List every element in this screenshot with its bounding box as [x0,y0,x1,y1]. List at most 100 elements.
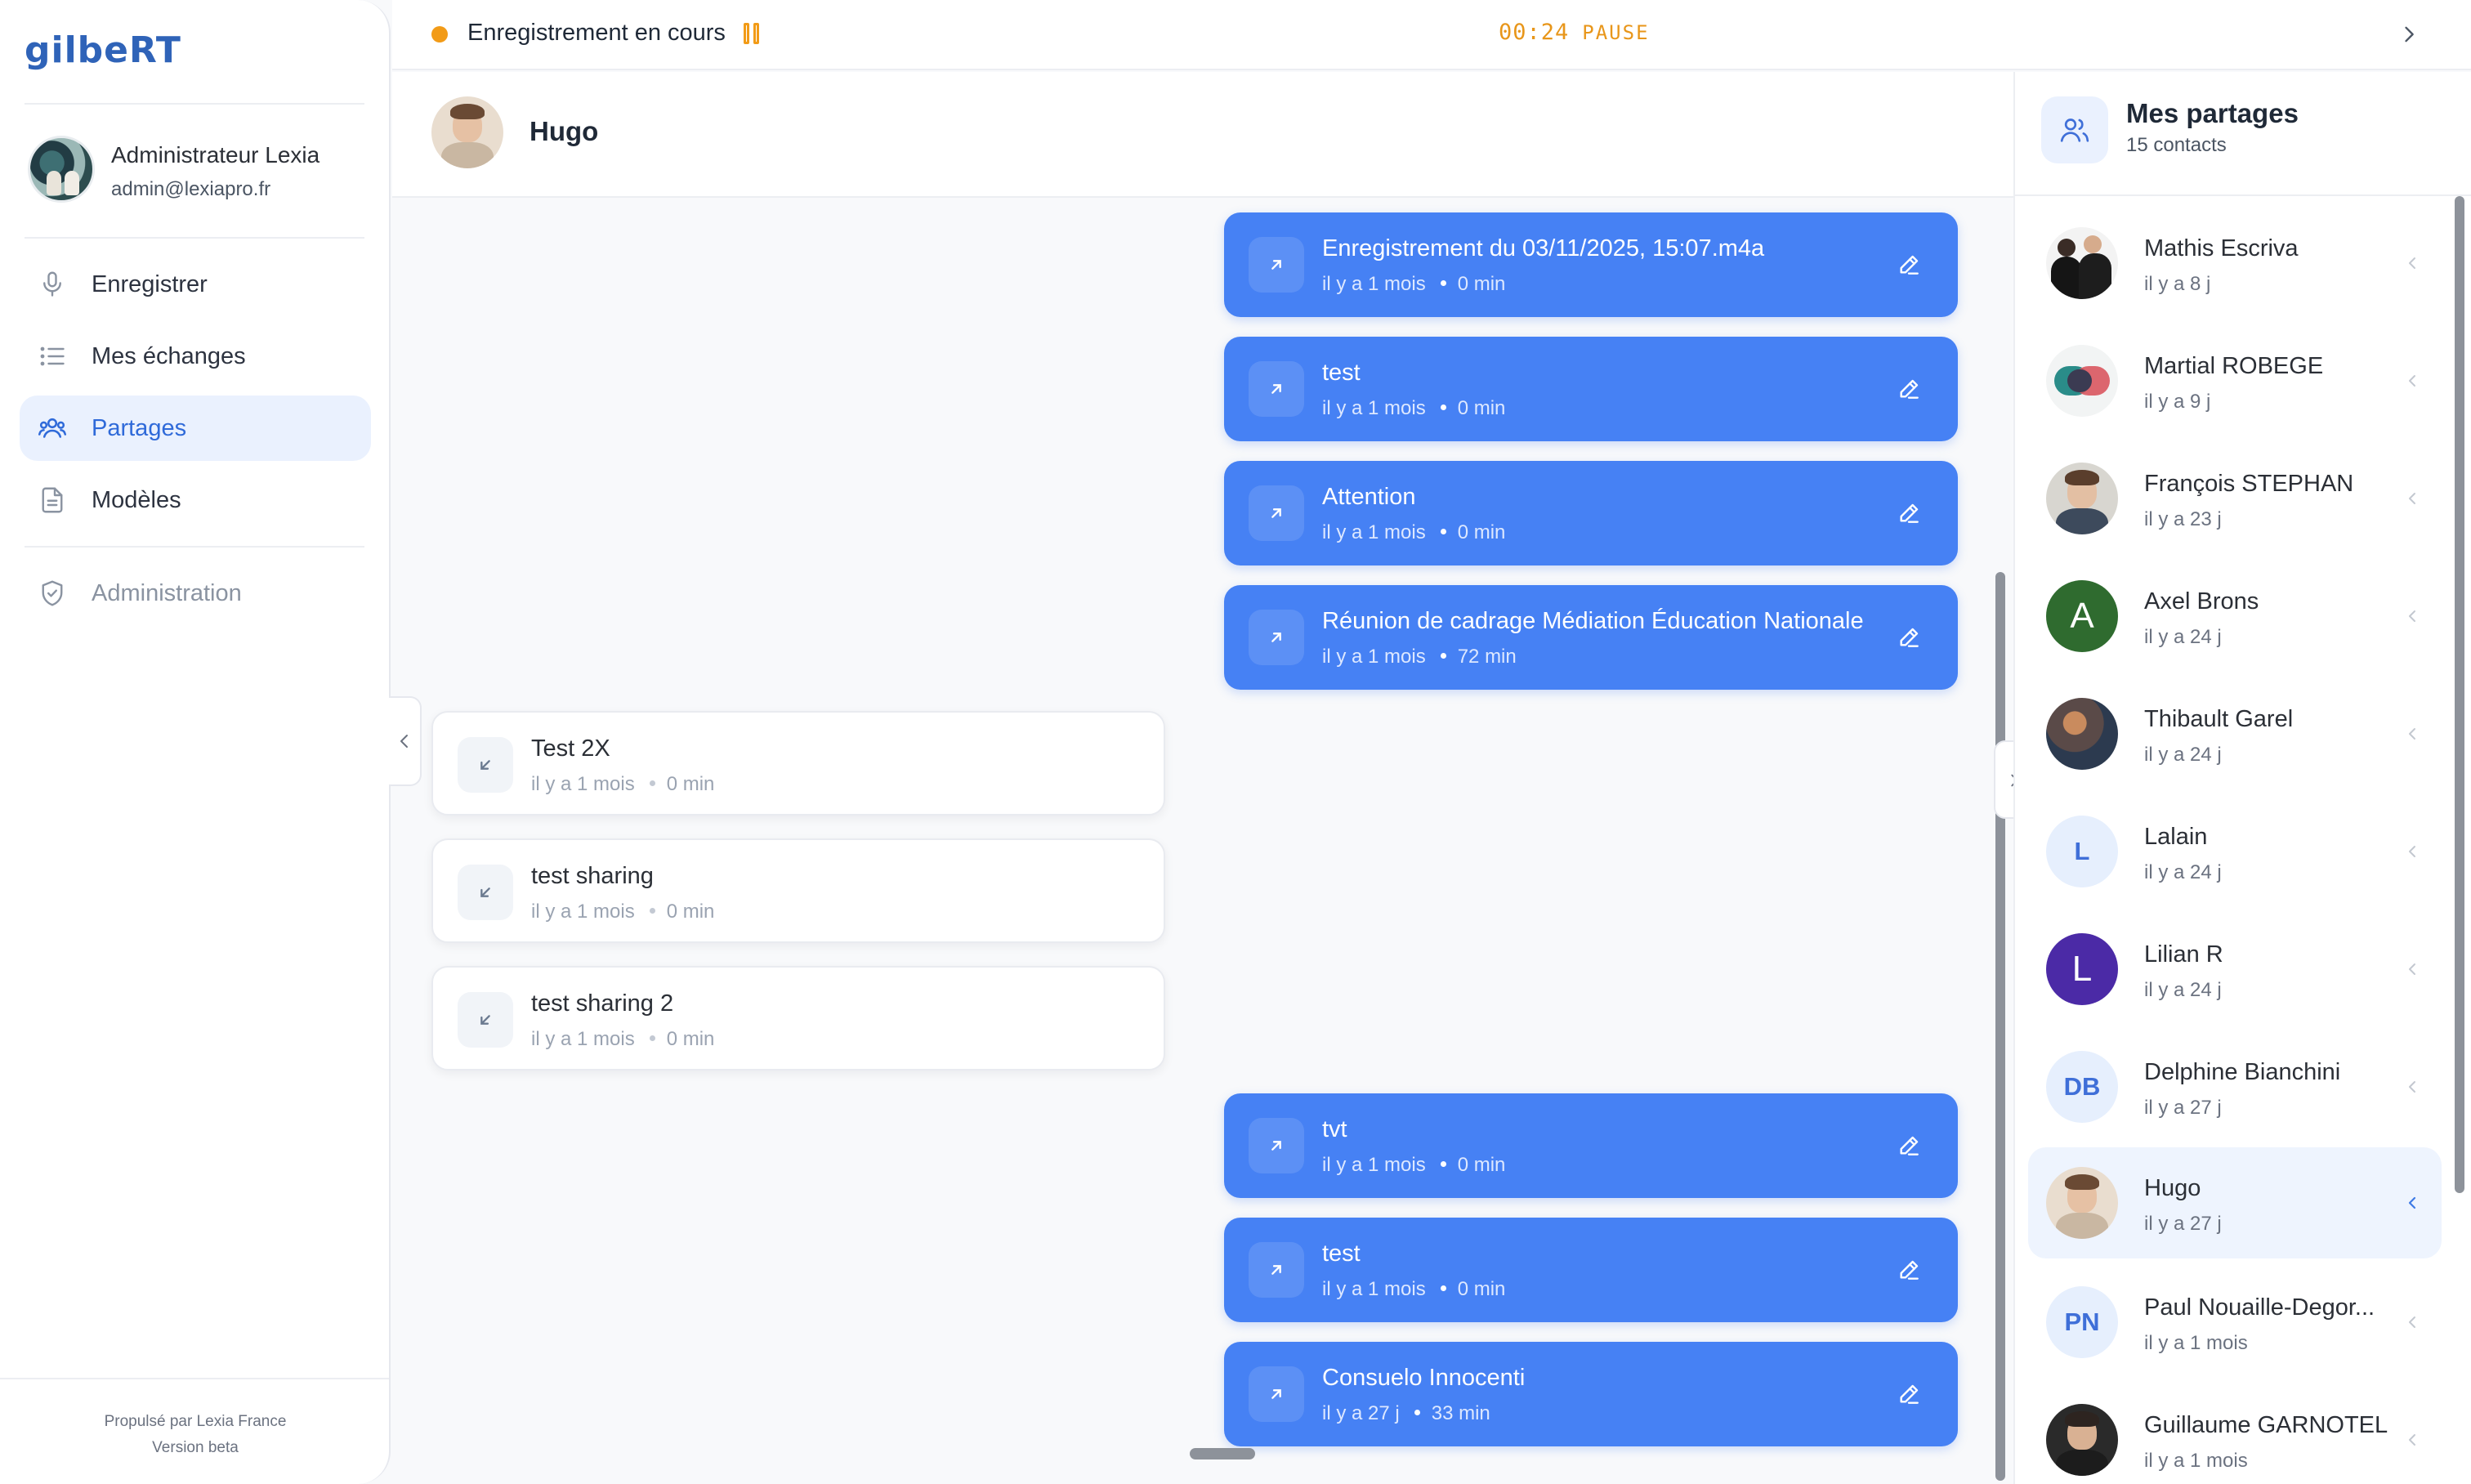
received-badge [458,737,513,793]
sidebar-divider [25,103,364,105]
edit-icon[interactable] [1896,1133,1922,1159]
edit-icon[interactable] [1896,1381,1922,1407]
message-card-received[interactable]: Test 2X il y a 1 mois 0 min [431,711,1165,816]
avatar [2046,1167,2118,1239]
message-card-sent[interactable]: Enregistrement du 03/11/2025, 15:07.m4a … [1224,212,1958,317]
sidebar-item-label: Administration [92,579,242,606]
arrow-up-right-icon [1271,260,1281,270]
message-card-sent[interactable]: Réunion de cadrage Médiation Éducation N… [1224,585,1958,690]
message-title: tvt [1322,1116,1347,1142]
recording-bar: Enregistrement en cours 00:24 PAUSE [392,0,2471,70]
app-logo[interactable]: gilbeRT [25,29,181,71]
contact-time: il y a 27 j [2144,1213,2222,1235]
contact-name: Paul Nouaille-Degor... [2144,1294,2375,1321]
message-meta: il y a 1 mois 0 min [1322,397,1505,420]
contact-item[interactable]: DB Delphine Bianchini il y a 27 j [2028,1031,2442,1142]
vertical-scrollbar[interactable] [1995,572,2005,1481]
sidebar-divider [25,237,364,239]
contact-name: Axel Brons [2144,588,2259,615]
message-duration: 0 min [1457,1278,1506,1300]
sidebar-item-enregistrer[interactable]: Enregistrer [20,252,371,317]
chevron-right-icon[interactable] [2397,23,2420,46]
chevron-left-icon [2409,610,2415,622]
message-duration: 0 min [666,1028,715,1050]
sidebar-divider [0,1378,389,1379]
shares-icon-badge [2041,96,2108,163]
message-title: Réunion de cadrage Médiation Éducation N… [1322,608,1864,634]
message-title: Consuelo Innocenti [1322,1365,1526,1391]
message-time: il y a 1 mois [531,1028,635,1050]
message-duration: 33 min [1431,1402,1490,1424]
chevron-left-icon [2409,1316,2415,1328]
message-card-received[interactable]: test sharing 2 il y a 1 mois 0 min [431,966,1165,1071]
contact-item-active[interactable]: Hugo il y a 27 j [2028,1147,2442,1258]
sidebar-footer: Propulsé par Lexia France Version beta [0,1409,391,1461]
message-meta: il y a 1 mois 0 min [531,1028,714,1051]
message-duration: 0 min [666,773,715,795]
conversation-contact-name: Hugo [530,116,599,146]
sent-badge [1249,361,1304,417]
recording-timer: 00:24 PAUSE [1499,20,1650,45]
contact-time: il y a 1 mois [2144,1332,2248,1354]
contact-time: il y a 1 mois [2144,1450,2248,1472]
version-text: Version beta [152,1439,239,1456]
contact-name: Guillaume GARNOTEL [2144,1412,2388,1438]
horizontal-scrollbar[interactable] [1190,1448,1255,1459]
message-card-sent[interactable]: test il y a 1 mois 0 min [1224,337,1958,441]
message-time: il y a 1 mois [531,901,635,923]
sidebar-item-administration[interactable]: Administration [20,561,371,626]
contact-name: Thibault Garel [2144,706,2294,732]
contact-item[interactable]: Martial ROBEGE il y a 9 j [2028,325,2442,436]
sidebar-item-modeles[interactable]: Modèles [20,467,371,533]
shares-panel: Mes partages 15 contacts Mathis Escriva … [2013,72,2471,1484]
chevron-left-icon [2409,375,2415,387]
sent-badge [1249,485,1304,541]
message-title: test [1322,360,1361,386]
contact-time: il y a 24 j [2144,744,2222,766]
recording-indicator [431,26,448,42]
message-card-sent[interactable]: Attention il y a 1 mois 0 min [1224,461,1958,565]
edit-icon[interactable] [1896,1257,1922,1283]
edit-icon[interactable] [1896,252,1922,278]
list-icon [40,346,65,366]
contact-item[interactable]: A Axel Brons il y a 24 j [2028,561,2442,672]
edit-icon[interactable] [1896,500,1922,526]
conversation-header: Hugo [392,72,2013,198]
contact-item[interactable]: Thibault Garel il y a 24 j [2028,678,2442,789]
contact-item[interactable]: Mathis Escriva il y a 8 j [2028,208,2442,319]
pause-icon[interactable] [744,23,762,46]
message-meta: il y a 1 mois 0 min [1322,521,1505,544]
users-icon [38,418,67,438]
powered-by-text: Propulsé par Lexia France [104,1413,287,1430]
sidebar-item-label: Partages [92,414,187,441]
message-card-sent[interactable]: tvt il y a 1 mois 0 min [1224,1093,1958,1198]
shares-header: Mes partages 15 contacts [2015,72,2471,196]
avatar [2046,227,2118,299]
avatar: L [2046,933,2118,1005]
sidebar-divider [25,546,364,548]
edit-icon[interactable] [1896,624,1922,650]
contact-name: Lilian R [2144,941,2223,968]
contact-item[interactable]: François STEPHAN il y a 23 j [2028,443,2442,554]
chevron-left-icon [2409,963,2415,975]
received-badge [458,865,513,920]
message-card-received[interactable]: test sharing il y a 1 mois 0 min [431,838,1165,943]
contact-item[interactable]: PN Paul Nouaille-Degor... il y a 1 mois [2028,1267,2442,1378]
avatar [2046,698,2118,770]
shares-title: Mes partages [2126,98,2299,128]
sidebar-item-partages[interactable]: Partages [20,396,371,461]
contacts-scrollbar[interactable] [2455,196,2464,1193]
contact-item[interactable]: L Lalain il y a 24 j [2028,796,2442,907]
message-card-sent[interactable]: Consuelo Innocenti il y a 27 j 33 min [1224,1342,1958,1446]
user-profile[interactable]: Administrateur Lexia admin@lexiapro.fr [28,136,371,206]
contact-item[interactable]: L Lilian R il y a 24 j [2028,914,2442,1025]
contact-item[interactable]: Guillaume GARNOTEL il y a 1 mois [2028,1384,2442,1484]
chevron-left-icon [2409,493,2415,504]
message-card-sent[interactable]: test il y a 1 mois 0 min [1224,1218,1958,1322]
shield-icon [42,580,63,606]
edit-icon[interactable] [1896,376,1922,402]
sidebar-item-mes-echanges[interactable]: Mes échanges [20,324,371,389]
message-time: il y a 1 mois [1322,521,1426,543]
avatar: PN [2046,1286,2118,1358]
contact-time: il y a 24 j [2144,626,2222,648]
